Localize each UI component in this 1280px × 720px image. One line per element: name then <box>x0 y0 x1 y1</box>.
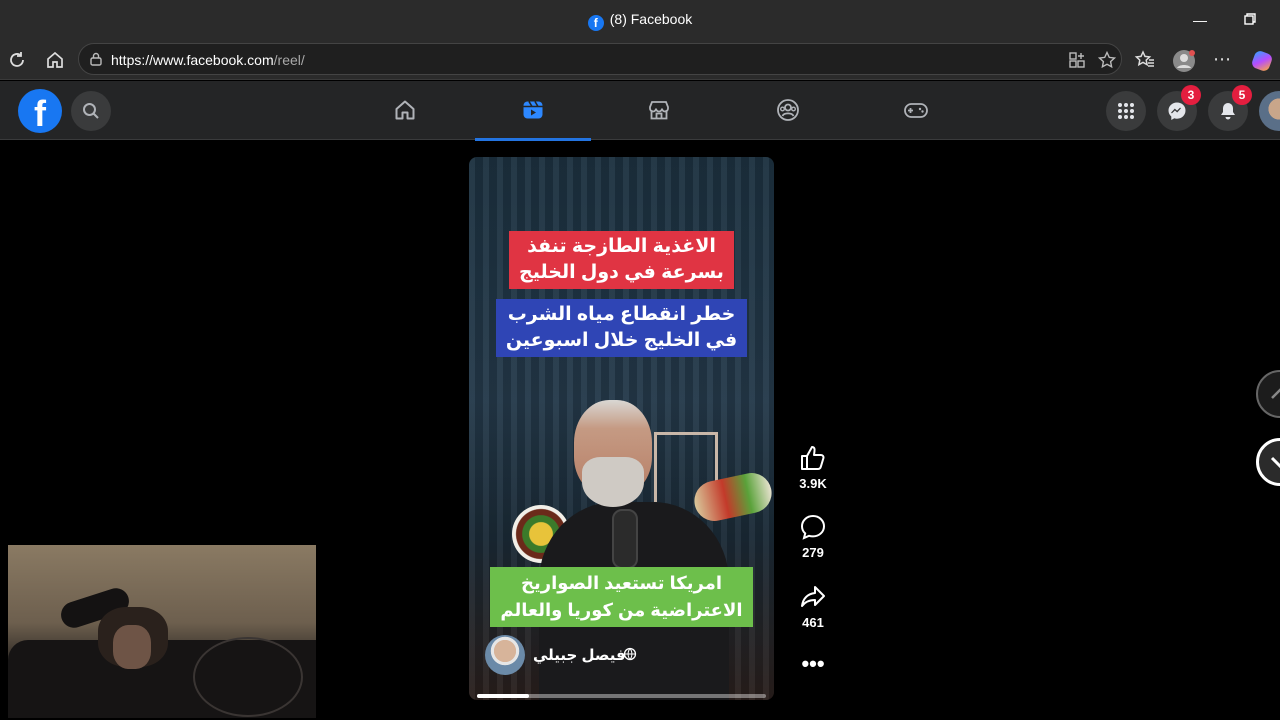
author-avatar[interactable] <box>485 635 525 675</box>
globe-icon <box>623 647 637 661</box>
copilot-button[interactable] <box>1250 49 1272 71</box>
speaker-beard <box>582 457 644 507</box>
more-options-button[interactable]: ••• <box>792 652 834 676</box>
minimize-button[interactable]: — <box>1190 10 1210 30</box>
like-button[interactable]: 3.9K <box>792 444 834 491</box>
notifications-badge: 5 <box>1232 85 1252 105</box>
caption-missiles-text: امريكا تستعيد الصواريخ الاعتراضية من كوري… <box>490 567 753 627</box>
lock-icon <box>90 52 102 66</box>
tab-home[interactable] <box>347 81 463 140</box>
restore-button[interactable] <box>1240 10 1260 30</box>
copilot-icon <box>1252 51 1272 71</box>
comment-button[interactable]: 279 <box>792 513 834 560</box>
chevron-down-icon <box>1270 456 1280 469</box>
profile-icon <box>1173 50 1195 72</box>
caption-water-text: خطر انقطاع مياه الشرب في الخليج خلال اسبو… <box>495 299 748 357</box>
gaming-icon <box>904 103 928 118</box>
author-name[interactable]: فيصل جبيلي <box>533 646 626 664</box>
search-button[interactable] <box>71 91 111 131</box>
webcam-person-face <box>113 625 151 669</box>
webcam-pillow-logo <box>193 637 303 717</box>
reels-icon <box>523 101 543 119</box>
reel-author[interactable]: فيصل جبيلي <box>485 635 745 675</box>
menu-button[interactable] <box>1106 91 1146 131</box>
account-avatar[interactable] <box>1259 91 1280 131</box>
notifications-button[interactable]: 5 <box>1208 85 1252 131</box>
browser-toolbar: https://www.facebook.com/reel/ ⋯ <box>0 40 1280 80</box>
caption-food: الاغذية الطازجة تنفذ بسرعة في دول الخليج <box>469 231 774 289</box>
messenger-badge: 3 <box>1181 85 1201 105</box>
webcam-overlay <box>8 545 316 718</box>
comment-icon <box>800 514 826 540</box>
comment-count: 279 <box>802 545 824 560</box>
facebook-logo[interactable]: f <box>18 89 62 133</box>
url-text: https://www.facebook.com/reel/ <box>111 52 305 68</box>
chevron-up-icon <box>1271 388 1280 399</box>
bell-icon <box>1221 103 1235 120</box>
star-icon <box>1097 50 1117 69</box>
browser-title-bar: f (8) Facebook — <box>0 0 1280 40</box>
reel-video[interactable]: الاغذية الطازجة تنفذ بسرعة في دول الخليج … <box>469 157 774 700</box>
more-menu-button[interactable]: ⋯ <box>1211 49 1233 71</box>
share-count: 461 <box>802 615 824 630</box>
refresh-icon <box>10 52 24 67</box>
share-button[interactable]: 461 <box>792 583 834 630</box>
home-icon <box>47 51 63 68</box>
tab-groups[interactable] <box>730 81 846 140</box>
tab-marketplace[interactable] <box>601 81 717 140</box>
tab-title: (8) Facebook <box>609 11 693 27</box>
messenger-icon <box>1168 102 1186 120</box>
caption-missiles: امريكا تستعيد الصواريخ الاعتراضية من كوري… <box>469 567 774 627</box>
tab-gaming[interactable] <box>857 81 973 140</box>
favorites-icon <box>1134 50 1154 67</box>
next-reel-button[interactable] <box>1256 438 1280 486</box>
profile-button[interactable] <box>1172 49 1195 72</box>
messenger-button[interactable]: 3 <box>1157 85 1201 131</box>
refresh-button[interactable] <box>6 49 28 71</box>
url-path: /reel/ <box>273 52 305 68</box>
facebook-navbar: f 3 5 <box>0 81 1280 141</box>
caption-food-text: الاغذية الطازجة تنفذ بسرعة في دول الخليج <box>509 231 734 289</box>
facebook-favicon: f <box>587 15 604 31</box>
menu-grid-icon <box>1118 103 1134 119</box>
home-button[interactable] <box>44 49 66 71</box>
url-host: https://www.facebook.com <box>111 52 274 68</box>
groups-icon <box>777 99 799 121</box>
favorites-button[interactable] <box>1134 49 1156 71</box>
home-icon <box>395 100 415 120</box>
tab-reels[interactable] <box>475 81 591 141</box>
marketplace-icon <box>649 101 669 120</box>
window-title: f (8) Facebook <box>0 11 1280 31</box>
previous-reel-button[interactable] <box>1256 370 1280 418</box>
microphone-icon <box>612 509 638 569</box>
app-available-icon <box>1069 52 1085 68</box>
share-icon <box>801 586 825 607</box>
like-count: 3.9K <box>799 476 827 491</box>
video-progress-fill <box>477 694 530 698</box>
caption-water: خطر انقطاع مياه الشرب في الخليج خلال اسبو… <box>469 299 774 357</box>
address-bar[interactable]: https://www.facebook.com/reel/ <box>78 43 1122 75</box>
like-icon <box>801 446 825 470</box>
video-progress-bar[interactable] <box>477 694 766 698</box>
search-icon <box>83 103 99 119</box>
